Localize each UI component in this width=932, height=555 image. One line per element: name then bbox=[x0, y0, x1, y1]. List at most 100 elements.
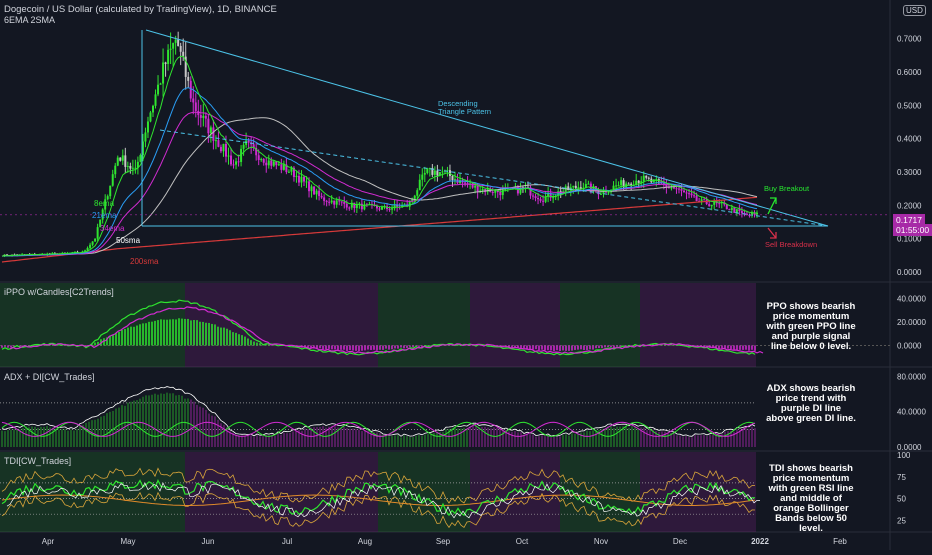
candle-body bbox=[91, 241, 94, 245]
dashed-trendline bbox=[159, 129, 829, 227]
candle-body bbox=[391, 208, 394, 210]
candle-body bbox=[499, 192, 502, 196]
candle-body bbox=[577, 187, 580, 189]
candle-body bbox=[300, 176, 303, 183]
candle-body bbox=[421, 174, 424, 180]
candle-body bbox=[672, 187, 675, 189]
candle-body bbox=[235, 161, 238, 165]
candle-body bbox=[677, 188, 680, 190]
candle-body bbox=[152, 105, 154, 113]
candle-body bbox=[179, 45, 182, 52]
candle-body bbox=[129, 165, 132, 169]
candle-body bbox=[454, 179, 456, 181]
adx-line bbox=[1, 386, 756, 437]
candle-body bbox=[325, 200, 328, 202]
candle-body bbox=[267, 160, 270, 166]
time-axis-label: Dec bbox=[673, 537, 687, 546]
candle-body bbox=[320, 196, 323, 198]
tdi-tick-label: 50 bbox=[897, 495, 906, 504]
tdi-pane-title: TDI[CW_Trades] bbox=[4, 456, 72, 466]
candle-body bbox=[224, 143, 227, 157]
candle-body bbox=[202, 115, 205, 118]
candle-body bbox=[139, 155, 142, 162]
candle-body bbox=[162, 62, 165, 84]
candle-body bbox=[451, 175, 454, 181]
candle-body bbox=[199, 115, 202, 118]
candle-body bbox=[388, 209, 391, 211]
candle-body bbox=[295, 175, 298, 178]
time-axis-label: Jun bbox=[202, 537, 215, 546]
candle-body bbox=[308, 181, 311, 192]
candle-body bbox=[109, 185, 112, 197]
currency-badge[interactable]: USD bbox=[903, 5, 926, 16]
price-tick-label: 0.0000 bbox=[897, 268, 922, 277]
chart-stage[interactable]: 0.0000 0.1000 0.2000 0.3000 0.4000 0.5000 0.60… bbox=[0, 0, 932, 550]
candle-body bbox=[257, 155, 260, 161]
price-tick-label: 0.4000 bbox=[897, 135, 922, 144]
time-axis-label: Oct bbox=[516, 537, 529, 546]
candle-body bbox=[182, 51, 185, 57]
candle-body bbox=[194, 102, 197, 111]
candle-body bbox=[192, 98, 195, 103]
candle-body bbox=[219, 146, 222, 152]
sma200-label: 200sma bbox=[130, 257, 159, 266]
candle-body bbox=[121, 155, 124, 161]
price-tick-label: 0.5000 bbox=[897, 101, 922, 110]
candle-body bbox=[433, 170, 436, 175]
time-axis-label: Aug bbox=[358, 537, 372, 546]
candle-body bbox=[333, 200, 336, 205]
candle-body bbox=[247, 140, 250, 143]
candle-body bbox=[491, 192, 494, 194]
adx-tick-label: 80.0000 bbox=[897, 372, 926, 381]
candle-body bbox=[242, 144, 245, 149]
candle-body bbox=[303, 176, 305, 182]
candle-body bbox=[111, 174, 114, 186]
candle-body bbox=[599, 193, 602, 195]
candle-body bbox=[733, 207, 736, 213]
indicator-list: 6EMA 2SMA bbox=[4, 15, 56, 25]
candle-body bbox=[207, 118, 210, 134]
candle-body bbox=[197, 110, 200, 116]
candle-body bbox=[680, 188, 683, 191]
time-axis-label: Apr bbox=[42, 537, 55, 546]
candle-body bbox=[355, 204, 358, 209]
candle-body bbox=[474, 185, 477, 188]
candle-body bbox=[617, 185, 620, 187]
candle-body bbox=[537, 197, 540, 200]
candle-body bbox=[169, 48, 172, 50]
candle-body bbox=[693, 195, 696, 197]
candle-body bbox=[144, 132, 147, 142]
candle-body bbox=[131, 167, 134, 169]
buy-arrow-icon bbox=[767, 197, 777, 215]
candle-body bbox=[217, 140, 220, 147]
candle-body bbox=[637, 180, 640, 183]
candle-body bbox=[330, 200, 333, 203]
candle-body bbox=[607, 192, 610, 194]
candle-body bbox=[378, 208, 381, 210]
candle-body bbox=[297, 175, 300, 183]
candle-body bbox=[232, 164, 235, 166]
candle-body bbox=[94, 238, 97, 242]
candle-body bbox=[708, 204, 711, 207]
candle-body bbox=[126, 165, 129, 167]
candle-body bbox=[260, 159, 263, 161]
candle-body bbox=[728, 209, 731, 211]
candle-body bbox=[647, 177, 650, 179]
tdi-tick-label: 75 bbox=[897, 473, 906, 482]
candle-body bbox=[313, 186, 316, 195]
tdi-background-zone bbox=[560, 452, 640, 532]
candle-body bbox=[187, 76, 190, 81]
triangle-label: Triangle Pattern bbox=[438, 107, 491, 116]
candle-body bbox=[627, 183, 630, 185]
sma50-label: 50sma bbox=[116, 236, 141, 245]
candle-body bbox=[323, 197, 326, 201]
price-tick-label: 0.7000 bbox=[897, 35, 922, 44]
candle-body bbox=[353, 202, 356, 209]
candle-body bbox=[338, 200, 341, 202]
candle-body bbox=[265, 162, 268, 166]
candle-body bbox=[436, 170, 439, 176]
time-axis-label: Nov bbox=[594, 537, 608, 546]
candle-body bbox=[413, 195, 416, 199]
candle-body bbox=[574, 185, 577, 189]
candle-body bbox=[277, 164, 280, 166]
